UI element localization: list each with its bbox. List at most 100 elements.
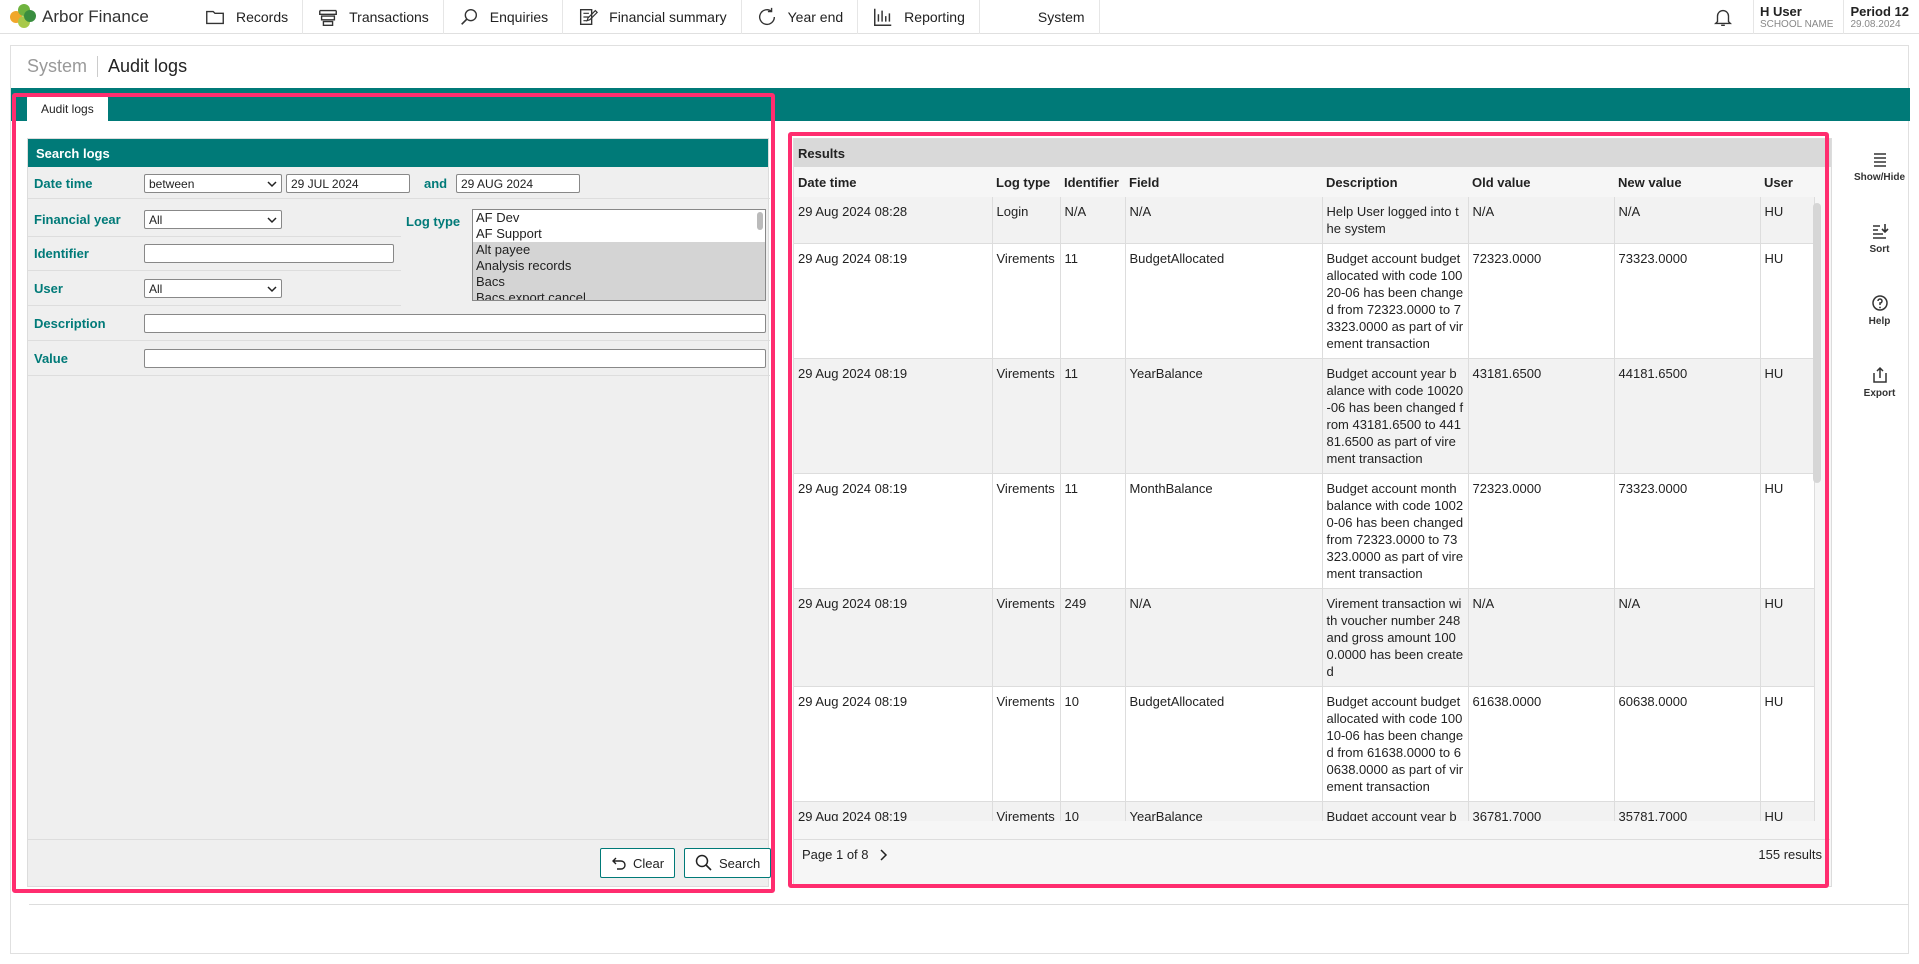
cell-field: MonthBalance: [1125, 473, 1323, 589]
date-operator-select[interactable]: between: [144, 174, 282, 193]
column-header[interactable]: Old value: [1468, 167, 1614, 197]
notifications-button[interactable]: [1694, 0, 1754, 34]
column-header[interactable]: User: [1760, 167, 1814, 197]
identifier-input[interactable]: [144, 244, 394, 263]
nav-transactions[interactable]: Transactions: [303, 0, 444, 34]
cell-log-type: Virements: [992, 801, 1061, 821]
nav-system-label: System: [1037, 8, 1085, 25]
cell-field: BudgetAllocated: [1125, 686, 1323, 802]
school-name: SCHOOL NAME: [1759, 19, 1834, 30]
cell-date-time: 29 Aug 2024 08:19: [794, 801, 993, 821]
value-row: Value: [28, 342, 770, 376]
table-row[interactable]: 29 Aug 2024 08:19 Virements 11 MonthBala…: [794, 473, 1815, 589]
identifier-row: Identifier: [28, 237, 401, 271]
description-row: Description: [28, 307, 770, 341]
log-type-option[interactable]: Alt payee: [473, 242, 765, 258]
cycle-icon: [758, 7, 775, 25]
cell-log-type: Virements: [992, 588, 1061, 687]
description-input[interactable]: [144, 314, 766, 333]
period-date: 29.08.2024: [1850, 19, 1901, 30]
column-header[interactable]: Date time: [794, 167, 992, 197]
cell-date-time: 29 Aug 2024 08:19: [794, 686, 993, 802]
column-header[interactable]: Field: [1125, 167, 1322, 197]
cell-user: HU: [1760, 243, 1815, 359]
clear-button[interactable]: Clear: [600, 848, 676, 878]
chevron-right-icon[interactable]: [877, 848, 889, 862]
cell-log-type: Login: [992, 197, 1061, 244]
search-logs-title: Search logs: [28, 139, 768, 167]
table-row[interactable]: 29 Aug 2024 08:19 Virements 11 BudgetAll…: [794, 243, 1815, 359]
log-type-option[interactable]: AF Support: [473, 226, 765, 242]
table-row[interactable]: 29 Aug 2024 08:19 Virements 10 BudgetAll…: [794, 686, 1815, 802]
results-scrollbar[interactable]: [1813, 203, 1821, 483]
search-button[interactable]: Search: [684, 848, 772, 878]
cell-identifier: 11: [1060, 243, 1126, 359]
export-label: Export: [1863, 388, 1896, 399]
page-container: System Audit logs Audit logs Search logs…: [10, 45, 1910, 954]
nav-records[interactable]: Records: [190, 0, 304, 34]
column-header[interactable]: Log type: [992, 167, 1060, 197]
page-title: Audit logs: [108, 56, 188, 76]
table-row[interactable]: 29 Aug 2024 08:19 Virements 11 YearBalan…: [794, 358, 1815, 474]
page-info: Page 1 of 8: [802, 847, 869, 862]
cell-date-time: 29 Aug 2024 08:28: [794, 197, 993, 244]
column-header[interactable]: New value: [1614, 167, 1760, 197]
date-time-row: Date time between 29 JUL 2024 and 29 AUG…: [28, 169, 770, 199]
export-button[interactable]: Export: [1852, 366, 1907, 438]
nav-records-label: Records: [236, 8, 289, 25]
folder-icon: [206, 10, 224, 24]
period-indicator[interactable]: Period 12 29.08.2024: [1844, 0, 1919, 34]
sort-button[interactable]: Sort: [1852, 222, 1907, 294]
cell-new-value: N/A: [1614, 197, 1761, 244]
log-type-option[interactable]: Analysis records: [473, 258, 765, 274]
cell-identifier: N/A: [1060, 197, 1126, 244]
date-from-value: 29 JUL 2024: [291, 176, 359, 191]
show-hide-button[interactable]: Show/Hide: [1852, 150, 1907, 222]
table-header-row: Date time Log type Identifier Field Desc…: [794, 167, 1814, 197]
help-label: Help: [1868, 316, 1891, 327]
value-input[interactable]: [144, 349, 766, 368]
nav-year-end[interactable]: Year end: [742, 0, 859, 34]
user-select[interactable]: All: [144, 279, 282, 298]
cell-log-type: Virements: [992, 686, 1061, 802]
bell-icon: [1714, 9, 1733, 26]
listbox-scrollbar[interactable]: [757, 212, 763, 230]
log-type-option[interactable]: Bacs export cancel: [473, 290, 765, 300]
cell-new-value: 35781.7000: [1614, 801, 1761, 821]
cell-date-time: 29 Aug 2024 08:19: [794, 588, 993, 687]
nav-system[interactable]: System: [980, 0, 1100, 34]
cell-old-value: 43181.6500: [1468, 358, 1615, 474]
log-type-listbox[interactable]: AF Dev AF Support Alt payee Analysis rec…: [472, 209, 766, 301]
nav-year-end-label: Year end: [787, 8, 844, 25]
user-menu[interactable]: H User SCHOOL NAME: [1754, 0, 1845, 34]
nav-reporting[interactable]: Reporting: [858, 0, 980, 34]
table-row[interactable]: 29 Aug 2024 08:19 Virements 249 N/A Vire…: [794, 588, 1815, 687]
cell-identifier: 11: [1060, 358, 1126, 474]
log-type-option[interactable]: Bacs: [473, 274, 765, 290]
page-bottom-divider: [29, 904, 1909, 905]
cell-user: HU: [1760, 588, 1815, 687]
financial-year-select[interactable]: All: [144, 210, 282, 229]
tools-sidebar: Show/Hide Sort Help Export: [1852, 150, 1907, 438]
breadcrumb-system[interactable]: System: [27, 56, 99, 77]
nav-reporting-label: Reporting: [904, 8, 965, 25]
log-type-option[interactable]: AF Dev: [473, 210, 765, 226]
edit-icon: [580, 8, 599, 25]
export-icon: [1872, 366, 1887, 383]
results-table: Date time Log type Identifier Field Desc…: [794, 167, 1815, 821]
table-row[interactable]: 29 Aug 2024 08:28 Login N/A N/A Help Use…: [794, 197, 1815, 244]
date-from-input[interactable]: 29 JUL 2024: [286, 174, 410, 193]
column-header[interactable]: Identifier: [1060, 167, 1125, 197]
help-button[interactable]: Help: [1852, 294, 1907, 366]
tab-audit-logs[interactable]: Audit logs: [27, 96, 108, 121]
help-icon: [1871, 295, 1888, 311]
table-row[interactable]: 29 Aug 2024 08:19 Virements 10 YearBalan…: [794, 801, 1815, 821]
date-to-input[interactable]: 29 AUG 2024: [456, 174, 580, 193]
nav-financial-summary-label: Financial summary: [609, 8, 727, 25]
top-navigation-bar: Arbor Finance Records Transactions Enqui…: [0, 0, 1919, 34]
list-icon: [1873, 153, 1886, 167]
nav-enquiries[interactable]: Enquiries: [444, 0, 564, 34]
nav-financial-summary[interactable]: Financial summary: [563, 0, 742, 34]
app-logo[interactable]: Arbor Finance: [0, 3, 190, 30]
column-header[interactable]: Description: [1322, 167, 1468, 197]
